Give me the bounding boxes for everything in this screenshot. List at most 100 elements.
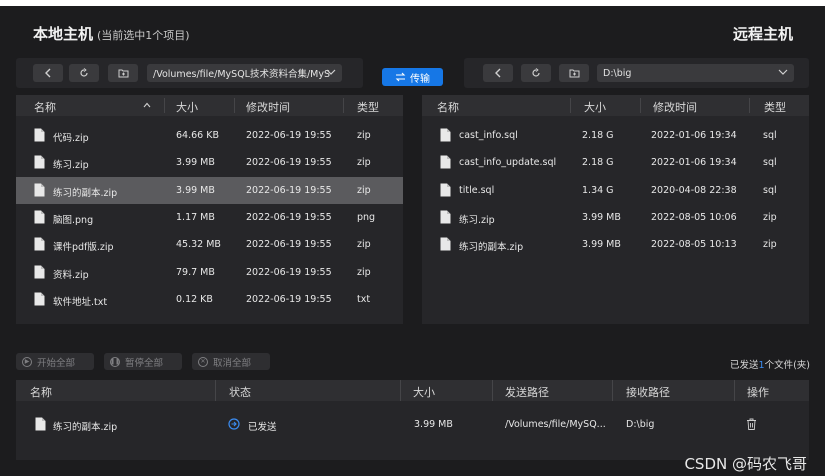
file-icon [35, 417, 46, 431]
file-type: sql [763, 184, 777, 196]
file-size: 3.99 MB [176, 157, 215, 169]
file-icon [34, 155, 45, 169]
file-modified: 2022-08-05 10:13 [651, 239, 737, 251]
column-divider [570, 98, 571, 113]
local-toolbar: /Volumes/file/MySQL技术资料合集/MyS [16, 58, 363, 88]
queue-column-send-path: 发送路径 [505, 386, 549, 399]
transfer-button[interactable]: 传输 [382, 68, 443, 86]
sent-suffix: 个文件(夹) [764, 360, 810, 371]
cancel-all-label: 取消全部 [213, 357, 252, 369]
file-row[interactable]: 课件pdf版.zip 45.32 MB 2022-06-19 19:55 zip [16, 231, 403, 258]
sort-ascending-icon[interactable] [143, 102, 151, 108]
local-new-folder-button[interactable] [108, 64, 138, 82]
queue-row[interactable]: 练习的副本.zip 已发送 3.99 MB /Volumes/file/MySQ… [16, 410, 809, 438]
file-modified: 2022-06-19 19:55 [246, 293, 332, 305]
file-row[interactable]: 练习的副本.zip 3.99 MB 2022-06-19 19:55 zip [16, 176, 403, 204]
app-window: 本地主机 (当前选中1个项目) 远程主机 /Volumes/file/MySQL技… [0, 6, 825, 476]
file-modified: 2022-06-19 19:55 [246, 239, 332, 251]
file-modified: 2022-01-06 19:34 [651, 130, 737, 141]
column-divider [234, 98, 235, 113]
column-header-name[interactable]: 名称 [437, 99, 459, 115]
queue-column-size: 大小 [413, 386, 435, 399]
local-path-select[interactable]: /Volumes/file/MySQL技术资料合集/MyS [147, 64, 342, 82]
cancel-all-button[interactable]: ✕ 取消全部 [192, 353, 270, 370]
local-host-title: 本地主机 (当前选中1个项目) [33, 23, 190, 44]
remote-toolbar: D:\big [464, 58, 809, 88]
remote-path-select[interactable]: D:\big [597, 64, 794, 82]
column-header-modified[interactable]: 修改时间 [246, 99, 290, 115]
pause-all-button[interactable]: ❚❚ 暂停全部 [104, 353, 182, 370]
local-table-header: 名称 大小 修改时间 类型 [16, 95, 403, 116]
file-row[interactable]: 练习.zip 3.99 MB 2022-08-05 10:06 zip [422, 204, 809, 231]
file-name: cast_info_update.sql [459, 157, 557, 169]
local-back-button[interactable] [33, 64, 63, 82]
close-icon: ✕ [198, 356, 208, 367]
column-header-size[interactable]: 大小 [176, 99, 198, 115]
pause-icon: ❚❚ [109, 356, 121, 367]
transfer-queue: 名称 状态 大小 发送路径 接收路径 操作 练习的副本.zip 已发送 3.99… [16, 380, 809, 460]
file-row[interactable]: title.sql 1.34 G 2020-04-08 22:38 sql [422, 177, 809, 204]
file-icon [34, 183, 45, 197]
file-icon [34, 292, 45, 306]
file-name: 练习.zip [53, 160, 89, 172]
sent-prefix: 已发送 [730, 360, 759, 371]
file-row[interactable]: 练习.zip 3.99 MB 2022-06-19 19:55 zip [16, 149, 403, 176]
file-modified: 2022-06-19 19:55 [246, 211, 332, 223]
refresh-icon [532, 68, 540, 77]
file-type: zip [357, 184, 371, 196]
file-size: 3.99 MB [176, 184, 215, 196]
file-row[interactable]: 资料.zip 79.7 MB 2022-06-19 19:55 zip [16, 259, 403, 286]
watermark: CSDN @码农飞哥 [684, 455, 807, 473]
file-icon [440, 128, 451, 142]
file-name: 脑图.png [53, 214, 94, 226]
chevron-left-icon [45, 68, 51, 78]
transfer-icon [395, 72, 406, 82]
file-size: 2.18 G [582, 130, 614, 141]
column-header-size[interactable]: 大小 [584, 99, 606, 115]
column-divider [734, 380, 735, 401]
remote-new-folder-button[interactable] [559, 64, 589, 82]
file-modified: 2022-01-06 19:34 [651, 157, 737, 169]
chevron-left-icon [495, 68, 501, 78]
queue-send-path: /Volumes/file/MySQ... [505, 419, 606, 430]
file-name: 练习的副本.zip [459, 242, 524, 254]
local-path-text: /Volumes/file/MySQL技术资料合集/MyS [153, 69, 331, 80]
column-header-modified[interactable]: 修改时间 [653, 99, 697, 115]
file-type: zip [763, 211, 777, 223]
remote-back-button[interactable] [483, 64, 513, 82]
file-type: sql [763, 130, 777, 141]
file-modified: 2022-06-19 19:55 [246, 266, 332, 278]
file-modified: 2022-06-19 19:55 [246, 157, 332, 169]
column-header-name[interactable]: 名称 [34, 99, 56, 115]
queue-column-actions: 操作 [747, 386, 769, 399]
column-header-type[interactable]: 类型 [357, 99, 379, 115]
column-divider [749, 98, 750, 113]
file-modified: 2022-06-19 19:55 [246, 184, 332, 196]
file-row[interactable]: cast_info_update.sql 2.18 G 2022-01-06 19:… [422, 149, 809, 176]
file-icon [440, 183, 451, 197]
file-row[interactable]: 代码.zip 64.66 KB 2022-06-19 19:55 zip [16, 122, 403, 149]
remote-host-title: 远程主机 [732, 25, 793, 43]
queue-file-name: 练习的副本.zip [53, 422, 118, 433]
local-refresh-button[interactable] [69, 64, 99, 82]
column-header-type[interactable]: 类型 [764, 99, 786, 115]
trash-icon[interactable] [746, 418, 757, 430]
file-size: 3.99 MB [582, 211, 621, 223]
file-size: 79.7 MB [176, 266, 215, 278]
file-type: zip [357, 239, 371, 251]
transfer-label: 传输 [410, 73, 430, 85]
start-all-button[interactable]: ▶ 开始全部 [16, 353, 94, 370]
file-row[interactable]: cast_info.sql 2.18 G 2022-01-06 19:34 sql [422, 122, 809, 149]
file-row[interactable]: 软件地址.txt 0.12 KB 2022-06-19 19:55 txt [16, 286, 403, 313]
queue-file-size: 3.99 MB [414, 419, 453, 430]
column-divider [612, 380, 613, 401]
file-type: zip [357, 157, 371, 169]
file-type: zip [357, 130, 371, 141]
remote-refresh-button[interactable] [521, 64, 551, 82]
file-row[interactable]: 脑图.png 1.17 MB 2022-06-19 19:55 png [16, 204, 403, 231]
file-icon [34, 265, 45, 278]
file-row[interactable]: 练习的副本.zip 3.99 MB 2022-08-05 10:13 zip [422, 231, 809, 258]
chevron-down-icon [778, 69, 788, 75]
file-name: 练习.zip [459, 214, 495, 226]
queue-column-name: 名称 [30, 386, 52, 399]
